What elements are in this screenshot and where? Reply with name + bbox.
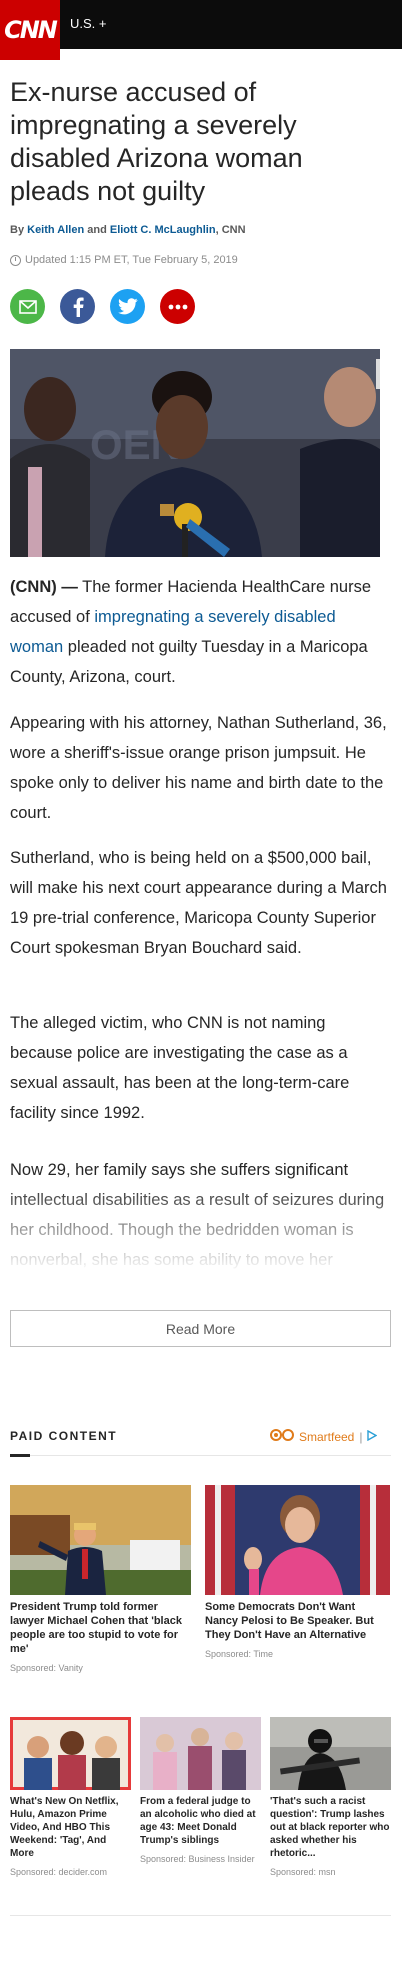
clock-icon [10,254,21,266]
byline-prefix: By [10,224,25,236]
twitter-icon[interactable] [110,289,145,324]
byline: By Keith Allen and Eliott C. McLaughlin,… [10,224,246,236]
sponsored-card-source: Sponsored: msn [270,1867,336,1877]
paid-content-label: PAID CONTENT [10,1429,118,1443]
byline-suffix: , CNN [215,224,246,236]
smartfeed-link[interactable]: Smartfeed | [270,1429,378,1444]
p1-text-b: pleaded not guilty Tuesday in a Maricopa… [10,638,368,686]
bottom-divider [10,1915,391,1916]
author-link-2[interactable]: Eliott C. McLaughlin [110,224,216,236]
smartfeed-separator: | [359,1429,363,1444]
article-paragraph-3: Sutherland, who is being held on a $500,… [10,849,387,957]
sponsored-card-title[interactable]: 'That's such a racist question': Trump l… [270,1795,391,1860]
paid-divider-accent [10,1454,30,1457]
sponsored-card-image[interactable] [10,1717,131,1790]
adchoices-icon[interactable] [367,1429,378,1444]
smartfeed-text: Smartfeed [299,1429,355,1444]
sponsored-card-source: Sponsored: Vanity [10,1663,83,1673]
sponsored-card-source: Sponsored: decider.com [10,1867,108,1877]
sponsored-card-title[interactable]: President Trump told former lawyer Micha… [10,1600,191,1656]
byline-and: and [87,224,107,236]
sponsored-card-title[interactable]: From a federal judge to an alcoholic who… [140,1795,261,1847]
article-headline: Ex-nurse accused of impregnating a sever… [10,77,303,206]
read-more-fade [0,1180,402,1290]
sponsored-card[interactable]: 'That's such a racist question': Trump l… [270,1717,391,1878]
more-icon[interactable] [160,289,195,324]
sponsored-card-title[interactable]: What's New On Netflix, Hulu, Amazon Prim… [10,1795,131,1860]
sponsored-card-image[interactable] [10,1485,191,1595]
sponsored-card-image[interactable] [270,1717,391,1790]
author-link-1[interactable]: Keith Allen [27,224,84,236]
article-paragraph-2: Appearing with his attorney, Nathan Suth… [10,714,387,822]
sponsored-card-source: Sponsored: Time [205,1649,274,1659]
share-bar [10,289,195,324]
sponsored-card[interactable]: From a federal judge to an alcoholic who… [140,1717,261,1865]
sponsored-card[interactable]: Some Democrats Don't Want Nancy Pelosi t… [205,1485,390,1660]
sponsored-card-title[interactable]: Some Democrats Don't Want Nancy Pelosi t… [205,1600,390,1642]
sponsored-card[interactable]: President Trump told former lawyer Micha… [10,1485,191,1674]
updated-text: Updated 1:15 PM ET, Tue February 5, 2019 [25,254,238,266]
hero-image[interactable]: OEN [10,349,380,557]
facebook-icon[interactable] [60,289,95,324]
article-paragraph-4: The alleged victim, who CNN is not namin… [10,1014,350,1122]
sponsored-card-source: Sponsored: Business Insider [140,1854,255,1864]
sponsored-card-image[interactable] [205,1485,390,1595]
sponsored-card[interactable]: What's New On Netflix, Hulu, Amazon Prim… [10,1717,131,1878]
updated-timestamp: Updated 1:15 PM ET, Tue February 5, 2019 [10,254,238,266]
paid-divider [10,1455,391,1456]
dateline: (CNN) — [10,578,78,596]
email-icon[interactable] [10,289,45,324]
smartfeed-logo-icon [270,1429,296,1444]
sponsored-card-image[interactable] [140,1717,261,1790]
read-more-button[interactable]: Read More [10,1310,391,1347]
article-paragraph-1: (CNN) — The former Hacienda HealthCare n… [10,572,390,692]
